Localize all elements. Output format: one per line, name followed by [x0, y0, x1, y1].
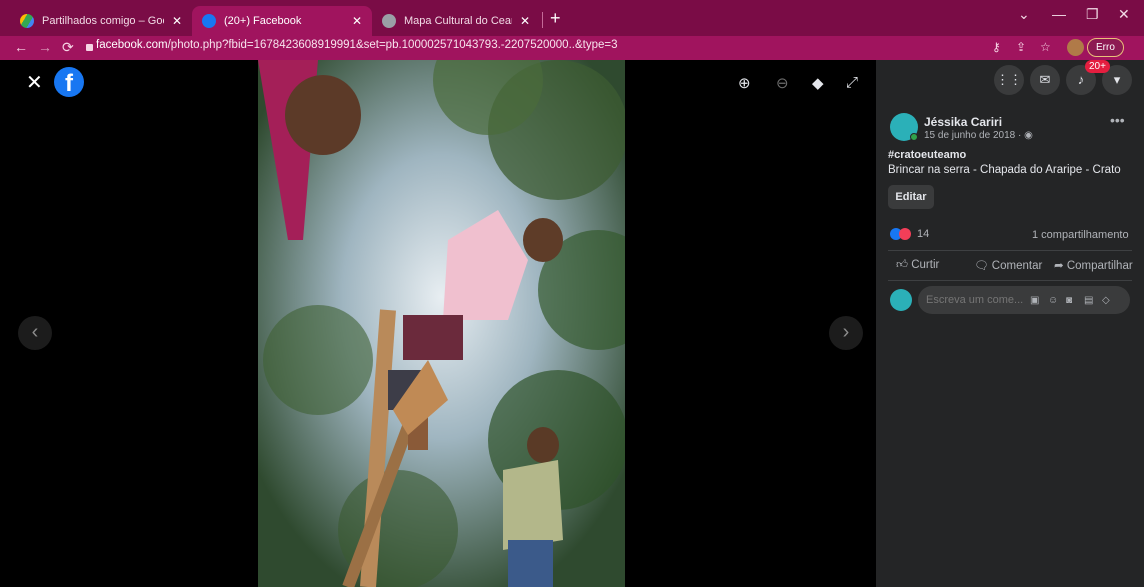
more-options-icon[interactable]: •••: [1110, 112, 1125, 128]
close-icon[interactable]: ✕: [352, 14, 362, 28]
facebook-logo-icon[interactable]: f: [54, 67, 84, 97]
gif-icon[interactable]: ▤: [1084, 295, 1093, 306]
browser-tab-strip: Partilhados comigo – Google Dri ✕ (20+) …: [0, 0, 1144, 36]
globe-icon: ◉: [1024, 130, 1033, 141]
edit-button[interactable]: Editar: [888, 185, 934, 209]
reload-icon[interactable]: ⟳: [62, 39, 74, 56]
post-date-text: 15 de junho de 2018 ·: [924, 130, 1025, 141]
close-icon[interactable]: ✕: [26, 70, 43, 95]
love-reaction-icon: [899, 228, 911, 240]
url-path: /photo.php?fbid=1678423608919991&set=pb.…: [167, 39, 618, 51]
tab-mapa-cultural[interactable]: Mapa Cultural do Ceará - ✕: [372, 6, 540, 36]
tab-search-icon[interactable]: ⌄: [1018, 6, 1030, 23]
post-author[interactable]: Jéssika Cariri: [924, 115, 1002, 129]
post-details-panel: ⋮⋮ ✉ ♪ ▾ Jéssika Cariri 15 de junho de 2…: [876, 60, 1144, 587]
map-icon: [382, 14, 396, 28]
tab-label: (20+) Facebook: [224, 15, 302, 27]
divider: [888, 280, 1132, 281]
facebook-icon: [202, 14, 216, 28]
thumbs-up-icon: 👍︎: [896, 259, 912, 271]
tab-separator: [542, 12, 543, 28]
new-tab-button[interactable]: +: [550, 8, 561, 29]
comment-label: Comentar: [991, 260, 1043, 272]
reaction-summary[interactable]: 14: [890, 228, 929, 240]
zoom-in-icon[interactable]: ⊕: [738, 74, 751, 92]
tag-icon[interactable]: ◆: [812, 74, 824, 92]
url-domain: facebook.com: [96, 39, 168, 51]
online-status-icon: [910, 133, 918, 141]
notification-badge: 20+: [1085, 60, 1110, 73]
star-icon[interactable]: ☆: [1040, 40, 1051, 54]
post-caption: Brincar na serra - Chapada do Araripe - …: [888, 164, 1121, 176]
sticker-icon[interactable]: ▣: [1030, 295, 1039, 306]
close-icon[interactable]: ✕: [520, 14, 530, 28]
reaction-count: 14: [917, 228, 930, 240]
post-hashtag[interactable]: #cratoeuteamo: [888, 149, 966, 161]
tab-google-drive[interactable]: Partilhados comigo – Google Dri ✕: [10, 6, 192, 36]
address-bar[interactable]: facebook.com/photo.php?fbid=167842360891…: [96, 39, 618, 51]
emoji-icon[interactable]: ☺: [1048, 295, 1058, 306]
messenger-icon[interactable]: ✉: [1030, 65, 1060, 95]
comment-icon: 🗨︎: [974, 260, 992, 272]
share-button[interactable]: ➦ Compartilhar: [1054, 258, 1133, 272]
share-icon[interactable]: ⇪: [1016, 40, 1026, 54]
like-button[interactable]: 👍︎ Curtir: [896, 258, 939, 272]
sticker-icon[interactable]: ◇: [1102, 295, 1110, 306]
maximize-button[interactable]: ❐: [1086, 6, 1099, 23]
post-date[interactable]: 15 de junho de 2018 · ◉: [924, 130, 1033, 141]
photo-image: [258, 60, 625, 587]
camera-icon[interactable]: ◙: [1066, 295, 1072, 306]
comment-input[interactable]: [918, 286, 1130, 314]
share-arrow-icon: ➦: [1054, 260, 1067, 272]
share-count[interactable]: 1 compartilhamento: [1032, 229, 1129, 241]
close-icon[interactable]: ✕: [172, 14, 182, 28]
zoom-out-icon[interactable]: ⊖: [776, 74, 789, 92]
comment-button[interactable]: 🗨︎ Comentar: [974, 258, 1042, 272]
forward-icon[interactable]: →: [38, 39, 52, 55]
post-photo[interactable]: [258, 60, 625, 587]
close-window-button[interactable]: ✕: [1118, 6, 1130, 23]
profile-error-button[interactable]: Erro: [1087, 38, 1124, 57]
tab-label: Mapa Cultural do Ceará -: [404, 15, 512, 27]
profile-avatar[interactable]: [1067, 39, 1084, 56]
share-label: Compartilhar: [1066, 260, 1133, 272]
next-photo-button[interactable]: ›: [829, 316, 863, 350]
browser-toolbar: ← → ⟳ facebook.com/photo.php?fbid=167842…: [0, 36, 1144, 60]
tab-facebook[interactable]: (20+) Facebook ✕: [192, 6, 372, 36]
back-icon[interactable]: ←: [14, 39, 28, 55]
minimize-button[interactable]: —: [1052, 6, 1066, 22]
lock-icon: [86, 44, 93, 51]
key-icon[interactable]: ⚷: [992, 40, 1001, 54]
divider: [888, 250, 1132, 251]
menu-grid-icon[interactable]: ⋮⋮: [994, 65, 1024, 95]
photo-viewer: ✕ f ⊕ ⊖ ◆ ⤢ ‹ ›: [0, 60, 876, 587]
like-label: Curtir: [911, 259, 940, 271]
commenter-avatar: [890, 289, 912, 311]
tab-label: Partilhados comigo – Google Dri: [42, 15, 164, 27]
previous-photo-button[interactable]: ‹: [18, 316, 52, 350]
google-drive-icon: [20, 14, 34, 28]
fullscreen-icon[interactable]: ⤢: [846, 74, 858, 91]
